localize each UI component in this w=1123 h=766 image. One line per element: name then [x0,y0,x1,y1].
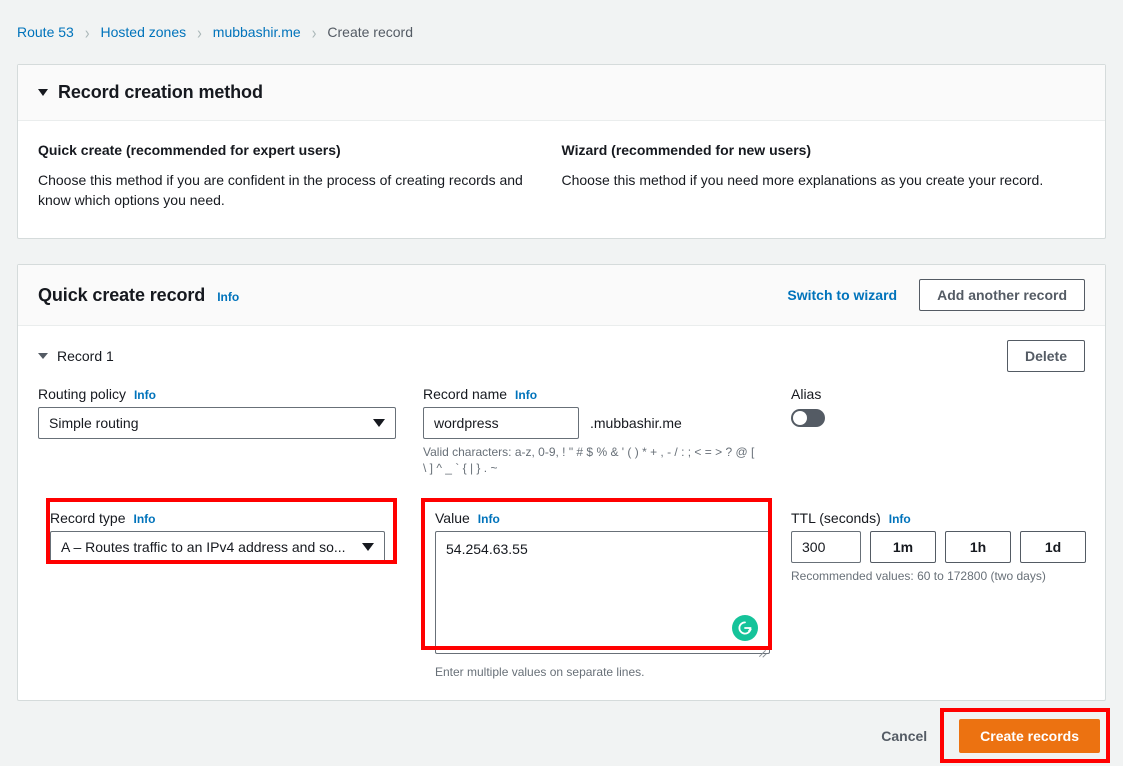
record-name-input-row: .mubbashir.me [423,407,771,439]
record-creation-method-title: Record creation method [58,82,263,102]
breadcrumb-item-route53[interactable]: Route 53 [17,24,74,40]
record-name-input[interactable] [423,407,579,439]
breadcrumb-item-current: Create record [327,24,413,40]
alias-label-group: Alias [791,386,1085,402]
record-1-label: Record 1 [57,348,114,364]
quick-create-record-header: Quick create record Info Switch to wizar… [18,265,1105,326]
grammarly-refresh-icon[interactable] [732,615,758,641]
page-footer: Cancel Create records [17,701,1106,753]
routing-policy-label-group: Routing policy Info [38,386,396,402]
breadcrumb-separator-icon: › [197,22,202,42]
record-type-info-link[interactable]: Info [133,512,155,526]
breadcrumb-separator-icon: › [311,22,317,42]
breadcrumb-separator-icon: › [84,22,90,42]
value-label-group: Value Info [435,510,771,526]
switch-to-wizard-link[interactable]: Switch to wizard [787,287,897,303]
form-row-primary: Routing policy Info Simple routing Recor… [38,386,1085,476]
record-creation-method-body: Quick create (recommended for expert use… [18,121,1105,238]
value-textarea[interactable] [435,531,770,654]
ttl-input-row: 1m 1h 1d [791,531,1086,563]
ttl-preset-1d-button[interactable]: 1d [1020,531,1086,563]
create-records-button[interactable]: Create records [959,719,1100,753]
cancel-button[interactable]: Cancel [875,727,933,745]
quick-create-heading: Quick create (recommended for expert use… [38,142,341,158]
record-name-help-text: Valid characters: a-z, 0-9, ! " # $ % & … [423,445,755,475]
record-creation-method-header[interactable]: Record creation method [18,65,1105,121]
quick-create-info-link[interactable]: Info [217,290,239,304]
record-type-field: Record type Info A – Routes traffic to a… [38,498,396,680]
alias-field: Alias [791,386,1085,476]
record-type-select-wrap: A – Routes traffic to an IPv4 address an… [50,531,385,563]
collapse-caret-icon[interactable] [38,89,48,96]
value-field: Value Info Enter multiple values on sepa [423,498,771,680]
breadcrumb-item-hosted-zones[interactable]: Hosted zones [101,24,187,40]
quick-create-description: Choose this method if you are confident … [38,172,523,208]
wizard-method-option[interactable]: Wizard (recommended for new users) Choos… [562,142,1086,210]
routing-policy-label: Routing policy [38,386,126,402]
value-info-link[interactable]: Info [478,512,500,526]
add-another-record-button[interactable]: Add another record [919,279,1085,311]
ttl-label: TTL (seconds) [791,510,881,526]
routing-policy-info-link[interactable]: Info [134,388,156,402]
alias-toggle[interactable] [791,409,825,427]
routing-policy-field: Routing policy Info Simple routing [38,386,396,476]
ttl-info-link[interactable]: Info [889,512,911,526]
wizard-description: Choose this method if you need more expl… [561,172,1044,188]
record-type-label: Record type [50,510,126,526]
ttl-preset-1h-button[interactable]: 1h [945,531,1011,563]
record-creation-method-panel: Record creation method Quick create (rec… [17,64,1106,239]
record-collapse-caret-icon[interactable] [38,353,48,359]
ttl-label-group: TTL (seconds) Info [791,510,1086,526]
record-type-label-group: Record type Info [50,510,396,526]
routing-policy-select[interactable]: Simple routing [38,407,396,439]
ttl-preset-1m-button[interactable]: 1m [870,531,936,563]
record-1-title-group[interactable]: Record 1 [38,348,114,364]
alias-label: Alias [791,386,822,402]
quick-create-record-body: Record 1 Delete Routing policy Info Simp… [18,326,1105,700]
record-name-label: Record name [423,386,508,402]
record-type-select[interactable]: A – Routes traffic to an IPv4 address an… [50,531,385,563]
record-1-header-row: Record 1 Delete [38,340,1085,372]
ttl-help-text: Recommended values: 60 to 172800 (two da… [791,569,1046,583]
value-textarea-wrap [435,531,770,659]
value-help-text: Enter multiple values on separate lines. [435,665,645,679]
alias-toggle-knob [793,411,807,425]
wizard-heading: Wizard (recommended for new users) [561,142,812,158]
quick-create-record-title: Quick create record [38,284,206,305]
form-row-secondary: Record type Info A – Routes traffic to a… [38,498,1086,680]
quick-create-method-option[interactable]: Quick create (recommended for expert use… [38,142,562,210]
breadcrumb-item-zone[interactable]: mubbashir.me [213,24,301,40]
ttl-field: TTL (seconds) Info 1m 1h 1d Recommended … [791,498,1086,680]
record-name-field: Record name Info .mubbashir.me Valid cha… [423,386,771,476]
breadcrumb: Route 53 › Hosted zones › mubbashir.me ›… [0,0,1123,64]
record-name-label-group: Record name Info [423,386,771,402]
ttl-input[interactable] [791,531,861,563]
record-name-info-link[interactable]: Info [515,388,537,402]
delete-record-button[interactable]: Delete [1006,340,1085,372]
value-label: Value [435,510,470,526]
record-name-domain-suffix: .mubbashir.me [590,415,682,431]
routing-policy-select-wrap: Simple routing [38,407,396,439]
quick-create-record-panel: Quick create record Info Switch to wizar… [17,264,1106,701]
